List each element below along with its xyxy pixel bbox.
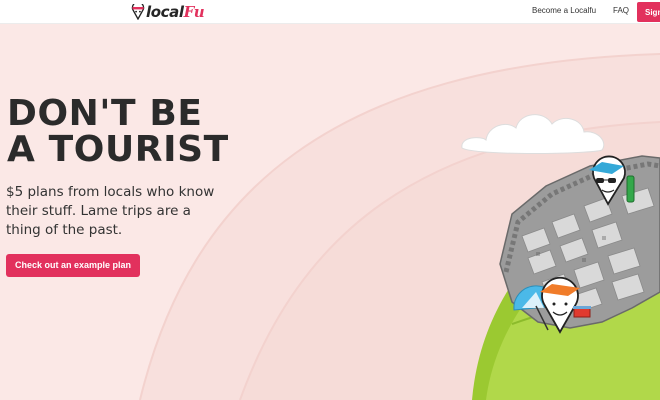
signin-button[interactable]: Sign	[637, 2, 660, 22]
hero-subtitle: $5 plans from locals who know their stuf…	[6, 184, 215, 238]
localfu-logo-icon	[131, 4, 145, 20]
bottle-icon	[626, 175, 635, 203]
top-navigation: local Fu Become a Localfu FAQ Sign	[0, 0, 660, 24]
hero-illustration	[461, 114, 660, 400]
brand-name-fu: Fu	[183, 3, 205, 21]
nav-become-localfu[interactable]: Become a Localfu	[532, 6, 596, 15]
brand-logo[interactable]: local Fu	[131, 3, 205, 21]
example-plan-button[interactable]: Check out an example plan	[6, 254, 141, 277]
brand-name-local: local	[146, 3, 184, 21]
cloud	[461, 114, 605, 154]
hero-title-line2: A TOURIST	[7, 129, 229, 170]
hero-title: DON'T BE A TOURIST	[7, 96, 237, 168]
nav-faq[interactable]: FAQ	[613, 6, 629, 15]
hero-title-line1: DON'T BE	[7, 93, 203, 134]
